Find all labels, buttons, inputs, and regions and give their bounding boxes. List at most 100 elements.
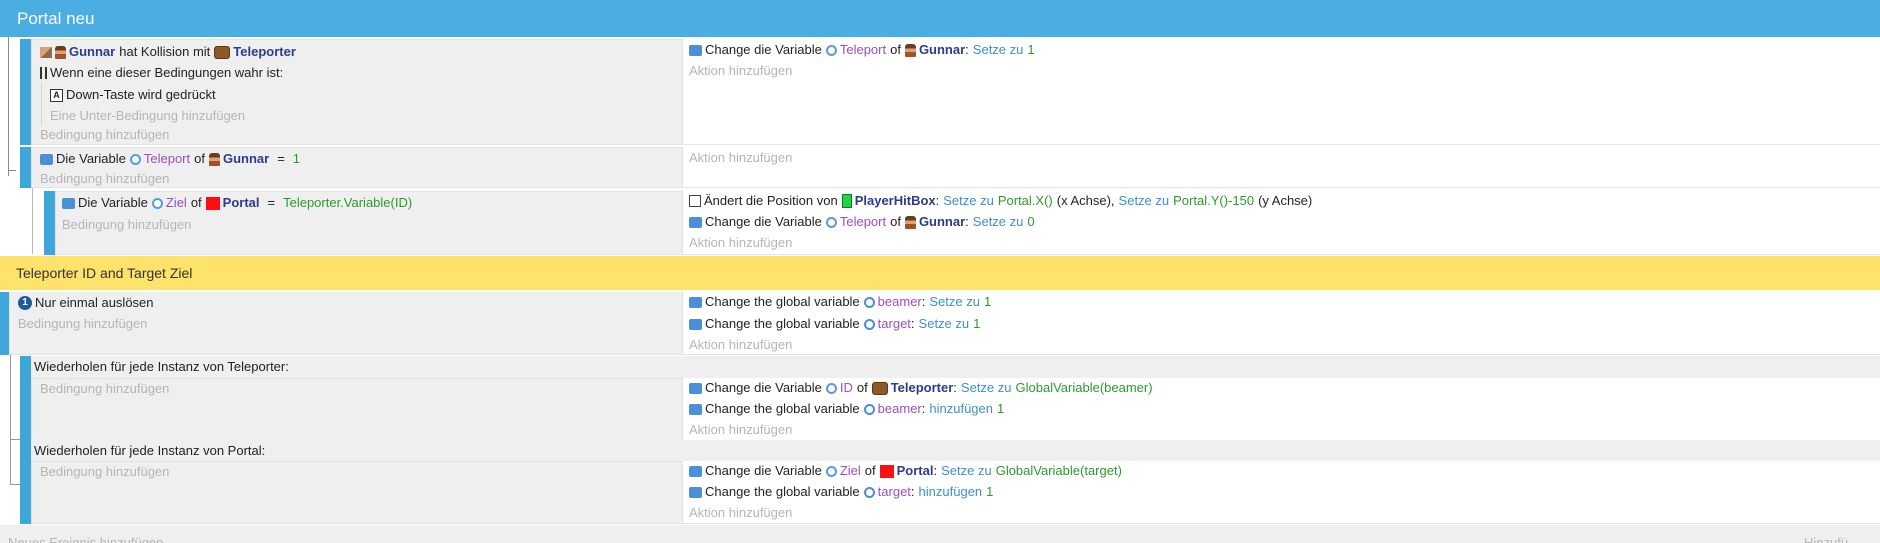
variable-name: Ziel [839, 463, 861, 478]
event-bar[interactable] [20, 39, 31, 145]
object-variable-icon [825, 465, 837, 477]
gunnar-icon [904, 215, 916, 229]
variable-icon [689, 403, 702, 415]
action-change-global-variable[interactable]: Change the global variable beamer: Setze… [689, 293, 991, 311]
object-name: Gunnar [918, 214, 966, 229]
actions-panel[interactable]: Change die Variable Teleport of Gunnar: … [683, 39, 1880, 145]
conditions-panel[interactable]: Bedingung hinzufügen [31, 461, 683, 524]
action-change-variable[interactable]: Change die Variable Ziel of Portal: Setz… [689, 462, 1122, 480]
event-bar[interactable] [20, 440, 31, 524]
event-bar[interactable] [20, 147, 31, 188]
operator: Setze zu [941, 463, 992, 478]
variable-name: target [877, 484, 911, 499]
condition-variable[interactable]: Die Variable Teleport of Gunnar = 1 [40, 150, 300, 168]
object-variable-icon [151, 197, 163, 209]
operator: Setze zu [972, 214, 1024, 229]
add-action[interactable]: Aktion hinzufügen [689, 149, 792, 167]
value: 1 [973, 316, 981, 331]
repeat-header[interactable]: Wiederholen für jede Instanz von Telepor… [20, 356, 1880, 378]
add-condition[interactable]: Bedingung hinzufügen [40, 126, 169, 144]
add-condition[interactable]: Bedingung hinzufügen [40, 380, 169, 398]
operator: Setze zu [929, 294, 980, 309]
variable-icon [689, 296, 702, 308]
add-condition[interactable]: Bedingung hinzufügen [40, 170, 169, 188]
value: GlobalVariable(target) [995, 463, 1122, 478]
conditions-panel[interactable]: Die Variable Teleport of Gunnar = 1 Bedi… [31, 147, 683, 188]
condition-text: Die Variable [56, 151, 126, 166]
variable-name: beamer [877, 401, 922, 416]
operator: = [267, 195, 276, 210]
event-bar[interactable] [44, 191, 55, 255]
variable-name: Teleport [839, 42, 887, 57]
operator: hinzufügen [918, 484, 983, 499]
of-text: of [856, 380, 868, 395]
conditions-panel[interactable]: Bedingung hinzufügen [31, 378, 683, 441]
subcondition-line [41, 83, 42, 125]
comment-text: Teleporter ID and Target Ziel [16, 265, 193, 281]
variable-name: beamer [877, 294, 922, 309]
object-variable-icon [825, 382, 837, 394]
conditions-panel[interactable]: Die Variable Ziel of Portal = Teleporter… [55, 191, 683, 255]
action-change-variable[interactable]: Change die Variable Teleport of Gunnar: … [689, 213, 1035, 231]
value: Portal.Y()-150 [1173, 193, 1255, 208]
variable-icon [689, 44, 702, 56]
condition-collision[interactable]: Gunnar hat Kollision mit Teleporter [40, 43, 296, 61]
action-set-position[interactable]: Ändert die Position von PlayerHitBox: Se… [689, 192, 1312, 210]
value: Teleporter.Variable(ID) [283, 195, 413, 210]
action-change-variable[interactable]: Change die Variable ID of Teleporter: Se… [689, 379, 1153, 397]
condition-trigger-once[interactable]: 1 Nur einmal auslösen [18, 294, 154, 312]
global-variable-icon [863, 296, 875, 308]
action-change-variable[interactable]: Change die Variable Teleport of Gunnar: … [689, 41, 1035, 59]
action-text: Ändert die Position von [704, 193, 838, 208]
add-action[interactable]: Aktion hinzufügen [689, 234, 792, 252]
add-action[interactable]: Aktion hinzufügen [689, 504, 792, 522]
add-event-button[interactable]: Neues Ereignis hinzufügen [8, 534, 163, 543]
conditions-panel[interactable]: 1 Nur einmal auslösen Bedingung hinzufüg… [9, 292, 683, 355]
action-change-global-variable[interactable]: Change the global variable target: hinzu… [689, 483, 993, 501]
add-action[interactable]: Aktion hinzufügen [689, 336, 792, 354]
of-text: of [890, 214, 901, 229]
value: GlobalVariable(beamer) [1015, 380, 1153, 395]
add-condition[interactable]: Bedingung hinzufügen [62, 216, 191, 234]
global-variable-icon [863, 318, 875, 330]
actions-panel[interactable]: Change die Variable Ziel of Portal: Setz… [683, 461, 1880, 524]
object-name: PlayerHitBox [854, 193, 936, 208]
add-more-button[interactable]: Hinzufü [1804, 534, 1848, 543]
object-name: Teleporter [233, 44, 296, 59]
comment-block[interactable]: Teleporter ID and Target Ziel [0, 256, 1880, 290]
event-bar[interactable] [20, 356, 31, 441]
add-action[interactable]: Aktion hinzufügen [689, 421, 792, 439]
actions-panel[interactable]: Change die Variable ID of Teleporter: Se… [683, 378, 1880, 441]
or-text: Wenn eine dieser Bedingungen wahr ist: [50, 65, 284, 80]
action-change-global-variable[interactable]: Change the global variable target: Setze… [689, 315, 980, 333]
object-name: Gunnar [69, 44, 116, 59]
add-subcondition[interactable]: Eine Unter-Bedingung hinzufügen [50, 107, 245, 125]
condition-or[interactable]: Wenn eine dieser Bedingungen wahr ist: [40, 64, 283, 82]
key-text: Down-Taste wird gedrückt [66, 87, 216, 102]
actions-panel[interactable]: Aktion hinzufügen [683, 147, 1880, 188]
condition-variable[interactable]: Die Variable Ziel of Portal = Teleporter… [62, 194, 412, 212]
action-change-global-variable[interactable]: Change the global variable beamer: hinzu… [689, 400, 1004, 418]
of-text: of [194, 151, 205, 166]
object-name: Gunnar [918, 42, 966, 57]
variable-name: target [877, 316, 911, 331]
of-text: of [190, 195, 202, 210]
tree-line [10, 439, 20, 440]
actions-panel[interactable]: Change the global variable beamer: Setze… [683, 292, 1880, 355]
portal-icon [879, 464, 894, 478]
variable-icon [40, 153, 53, 165]
of-text: of [890, 42, 901, 57]
conditions-panel[interactable]: Gunnar hat Kollision mit Teleporter Wenn… [31, 39, 683, 145]
axis-text: (y Achse) [1258, 193, 1313, 208]
condition-text: Nur einmal auslösen [35, 295, 154, 310]
event-bar[interactable] [0, 292, 9, 355]
subcondition-key[interactable]: A Down-Taste wird gedrückt [50, 86, 216, 104]
group-header[interactable]: Portal neu [0, 0, 1880, 37]
actions-panel[interactable]: Ändert die Position von PlayerHitBox: Se… [683, 191, 1880, 255]
add-condition[interactable]: Bedingung hinzufügen [18, 315, 147, 333]
add-action[interactable]: Aktion hinzufügen [689, 62, 792, 80]
tree-line [8, 37, 9, 176]
action-text: Change the global variable [705, 316, 860, 331]
repeat-header[interactable]: Wiederholen für jede Instanz von Portal: [20, 440, 1880, 462]
add-condition[interactable]: Bedingung hinzufügen [40, 463, 169, 481]
